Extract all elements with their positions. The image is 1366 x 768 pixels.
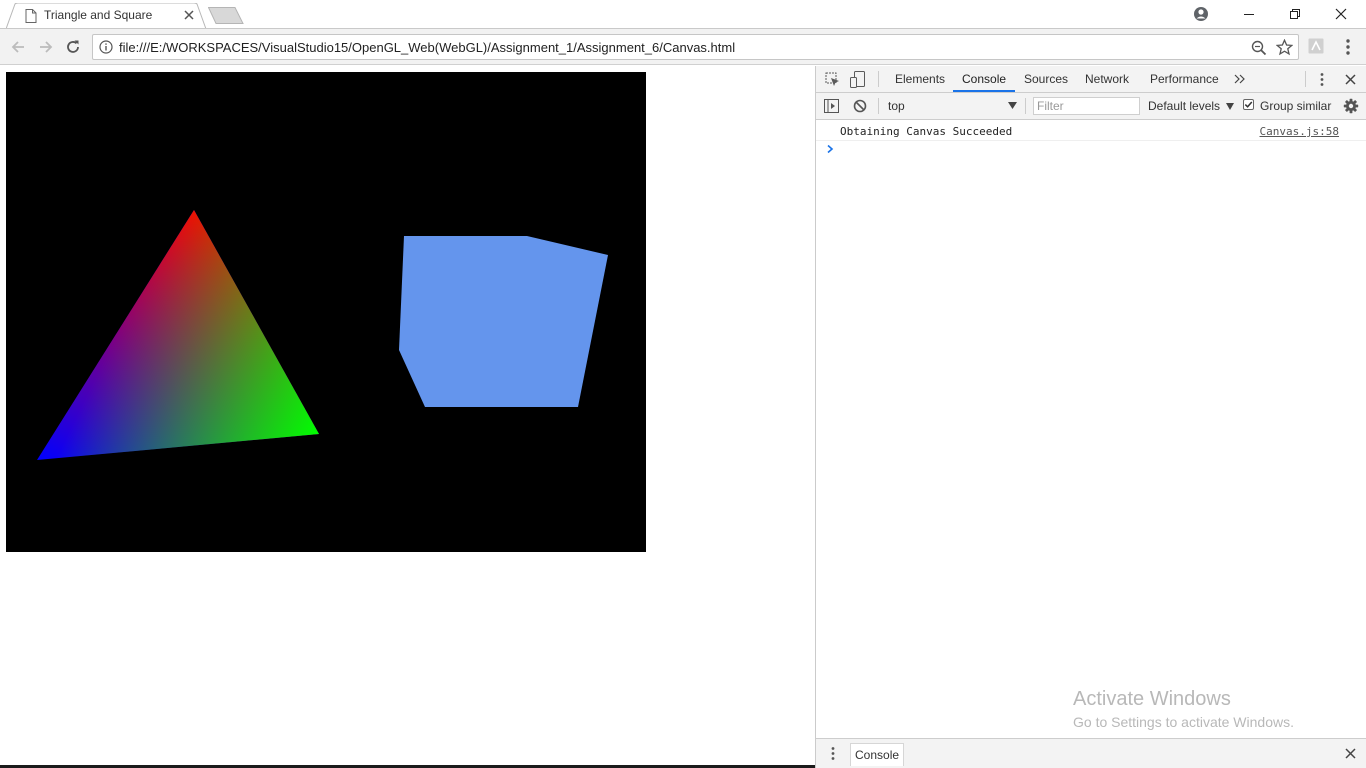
minimize-button[interactable] [1226,0,1272,28]
devtools-drawer: Console [816,738,1366,768]
browser-toolbar: file:///E:/WORKSPACES/VisualStudio15/Ope… [0,29,1366,65]
close-icon [1335,8,1347,20]
tab-console[interactable]: Console [962,72,1006,86]
drawer-menu-icon[interactable] [830,746,836,761]
browser-menu-icon[interactable] [1343,38,1353,56]
tab-title: Triangle and Square [44,8,153,22]
toolbar-divider [878,98,879,114]
new-tab-button[interactable] [208,7,244,24]
show-sidebar-icon[interactable] [824,99,839,113]
info-icon[interactable] [99,40,113,54]
group-similar-label[interactable]: Group similar [1260,99,1331,113]
page-icon [25,9,37,23]
profile-icon[interactable] [1193,6,1209,22]
browser-tab[interactable]: Triangle and Square [6,3,207,29]
blue-square [399,236,608,407]
console-message-source-link[interactable]: Canvas.js:58 [1260,125,1339,138]
close-drawer-icon[interactable] [1345,748,1356,759]
tab-network[interactable]: Network [1085,72,1129,86]
console-prompt-icon[interactable] [825,144,835,154]
console-toolbar: top Default levels Group similar [816,93,1366,120]
dropdown-arrow-icon[interactable] [1008,102,1017,109]
console-filter-input[interactable] [1033,97,1140,115]
address-bar[interactable]: file:///E:/WORKSPACES/VisualStudio15/Ope… [92,34,1299,60]
close-devtools-icon[interactable] [1345,74,1356,85]
log-levels-dropdown[interactable]: Default levels [1148,99,1235,113]
reload-icon [67,40,79,53]
console-message: Obtaining Canvas Succeeded Canvas.js:58 [816,121,1366,141]
extension-icon[interactable] [1308,38,1324,54]
activate-windows-title: Activate Windows [1073,688,1231,710]
page-viewport [0,66,815,766]
context-selector[interactable]: top [888,99,905,113]
devtools-panel: Elements Console Sources Network Perform… [815,66,1366,768]
minimize-icon [1244,14,1254,15]
webgl-canvas[interactable] [6,72,646,552]
toolbar-divider [878,71,879,87]
clear-console-icon[interactable] [853,99,867,113]
arrow-left-icon [11,41,24,53]
console-message-text: Obtaining Canvas Succeeded [840,125,1013,138]
zoom-icon[interactable] [1251,40,1267,56]
close-tab-icon[interactable] [183,9,195,21]
dropdown-arrow-icon [1226,103,1235,110]
toolbar-divider [1025,98,1026,114]
active-tab-indicator [953,90,1015,92]
inspect-element-icon[interactable] [825,72,840,87]
back-button[interactable] [8,37,28,57]
bookmark-star-icon[interactable] [1276,39,1293,56]
group-similar-checkbox[interactable] [1243,99,1254,110]
browser-title-bar: Triangle and Square [0,0,1366,29]
more-tabs-icon[interactable] [1234,74,1245,84]
forward-button[interactable] [36,37,56,57]
close-window-button[interactable] [1318,0,1364,28]
devtools-menu-icon[interactable] [1319,72,1325,87]
tab-performance[interactable]: Performance [1150,72,1219,86]
activate-windows-subtitle: Go to Settings to activate Windows. [1073,714,1294,730]
restore-button[interactable] [1272,0,1318,28]
log-levels-label: Default levels [1148,99,1221,113]
url-text[interactable]: file:///E:/WORKSPACES/VisualStudio15/Ope… [119,40,735,55]
tab-elements[interactable]: Elements [895,72,945,86]
device-toolbar-icon[interactable] [850,71,865,88]
restore-icon [1290,9,1300,19]
console-settings-gear-icon[interactable] [1343,98,1359,114]
arrow-right-icon [40,41,53,53]
devtools-tab-bar: Elements Console Sources Network Perform… [816,66,1366,93]
tab-sources[interactable]: Sources [1024,72,1068,86]
reload-button[interactable] [63,37,83,57]
toolbar-divider [1305,71,1306,87]
drawer-tab-console[interactable]: Console [850,743,905,766]
